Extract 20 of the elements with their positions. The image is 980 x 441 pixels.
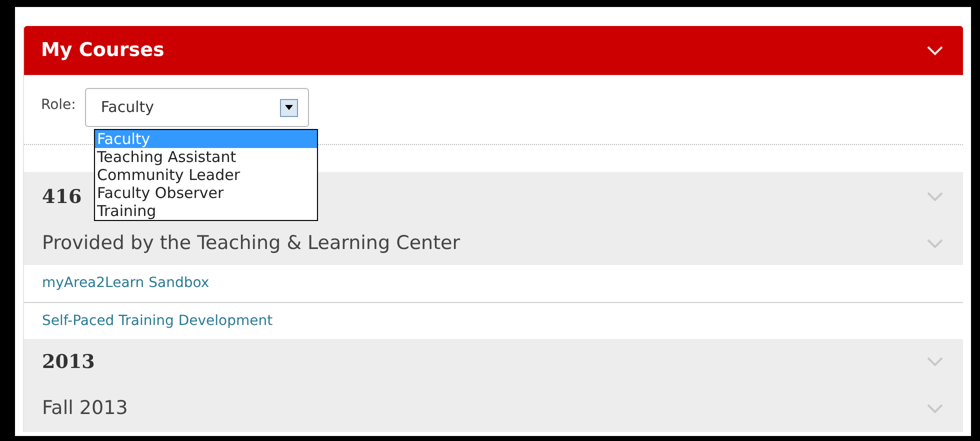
role-label: Role: — [41, 96, 76, 115]
chevron-icon[interactable] — [927, 238, 943, 248]
group-header[interactable]: Fall 2013 — [24, 385, 963, 432]
group-label: Fall 2013 — [42, 396, 128, 422]
dropdown-option[interactable]: Faculty Observer — [95, 184, 317, 202]
chevron-icon[interactable] — [927, 357, 943, 367]
collapse-icon[interactable] — [927, 46, 943, 56]
course-link[interactable]: myArea2Learn Sandbox — [42, 273, 210, 294]
group-header[interactable]: Provided by the Teaching & Learning Center — [24, 222, 963, 265]
dropdown-option[interactable]: Training — [95, 202, 317, 220]
chevron-icon[interactable] — [927, 192, 943, 202]
group-label: Provided by the Teaching & Learning Center — [42, 231, 460, 256]
year-label: 416 — [42, 184, 82, 210]
year-label: 2013 — [42, 350, 95, 375]
dropdown-option[interactable]: Teaching Assistant — [95, 148, 317, 166]
course-link[interactable]: Self-Paced Training Development — [42, 310, 273, 332]
panel-title: My Courses — [41, 38, 164, 64]
chevron-icon[interactable] — [927, 404, 943, 414]
year-header[interactable]: 2013 — [24, 339, 963, 385]
role-select[interactable]: Faculty — [84, 88, 309, 127]
